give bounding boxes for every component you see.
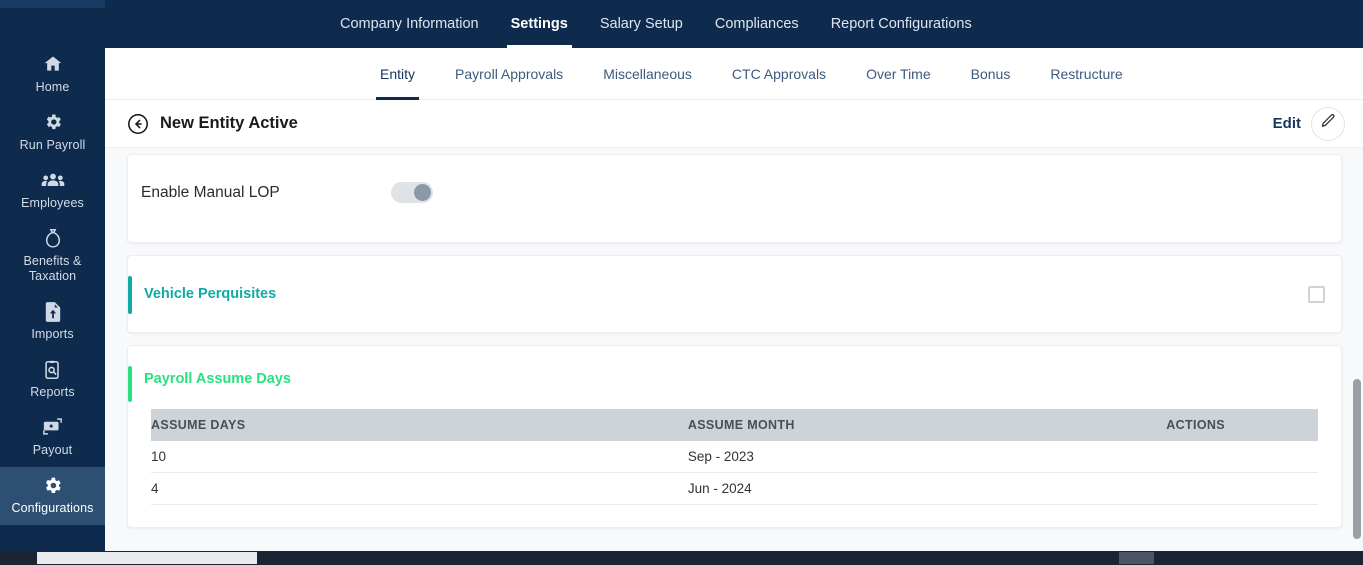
topnav-item-compliances[interactable]: Compliances [699,0,815,48]
column-header-actions: ACTIONS [1166,409,1318,441]
sidebar-item-label: Employees [21,196,84,210]
sidebar-item-reports[interactable]: Reports [0,351,105,409]
tab-label: Bonus [970,65,1011,82]
horizontal-scrollbar-thumb[interactable] [37,552,257,564]
manual-lop-label: Enable Manual LOP [141,183,280,201]
sidebar-item-employees[interactable]: Employees [0,162,105,220]
toggle-knob [414,184,431,201]
sidebar-item-label: Configurations [11,501,94,515]
back-arrow-circle-icon[interactable] [127,113,149,135]
topnav-label: Salary Setup [599,16,683,32]
tab-label: Entity [380,65,416,82]
tab-miscellaneous[interactable]: Miscellaneous [583,48,712,100]
topnav-item-settings[interactable]: Settings [495,0,584,48]
horizontal-scrollbar-end-marker[interactable] [1119,552,1154,564]
vehicle-perquisites-accent-bar [128,276,132,314]
sidebar-item-label: Reports [30,385,75,399]
vehicle-perquisites-checkbox[interactable] [1308,285,1325,303]
file-upload-icon [44,301,62,323]
people-icon [41,170,65,192]
cell-actions[interactable] [1166,472,1318,505]
top-navigation: Company Information Settings Salary Setu… [105,0,1363,48]
vertical-scrollbar-thumb[interactable] [1353,379,1361,539]
pencil-icon [1320,113,1336,134]
tab-label: Over Time [866,65,931,82]
sidebar-item-label: Benefits & Taxation [23,254,82,283]
table-header: ASSUME DAYS ASSUME MONTH ACTIONS [151,409,1318,441]
sidebar-item-label: Run Payroll [19,138,86,152]
column-header-assume-month: ASSUME MONTH [687,409,1167,441]
cell-assume-days: 4 [151,472,688,505]
page-title: New Entity Active [160,114,298,132]
manual-lop-toggle[interactable] [391,182,433,203]
top-navigation-items: Company Information Settings Salary Setu… [324,0,988,48]
table-header-row: ASSUME DAYS ASSUME MONTH ACTIONS [151,409,1318,441]
tab-label: Payroll Approvals [455,65,564,82]
page-header-right: Edit [1273,106,1345,141]
sidebar-item-run-payroll[interactable]: Run Payroll [0,104,105,162]
gear-icon [43,112,63,134]
payroll-assume-days-title: Payroll Assume Days [144,371,291,387]
cell-actions[interactable] [1166,441,1318,473]
report-search-icon [43,359,62,381]
sidebar-item-label: Imports [31,327,74,341]
topnav-item-salary-setup[interactable]: Salary Setup [584,0,699,48]
sidebar-item-label: Payout [32,443,73,457]
sidebar-item-payout[interactable]: Payout [0,409,105,467]
vehicle-perquisites-card: Vehicle Perquisites [127,255,1342,333]
topnav-item-report-configurations[interactable]: Report Configurations [815,0,988,48]
vehicle-perquisites-title: Vehicle Perquisites [144,286,277,302]
tab-entity[interactable]: Entity [360,48,435,100]
sidebar: Home Run Payroll Employees Benefits & Ta… [0,0,105,551]
tab-label: CTC Approvals [731,65,827,82]
tab-ctc-approvals[interactable]: CTC Approvals [712,48,846,100]
sub-tabs-items: Entity Payroll Approvals Miscellaneous C… [360,48,1143,100]
cell-assume-days: 10 [151,441,688,473]
money-bag-icon [44,228,62,250]
main-content: Enable Manual LOP Vehicle Perquisites Pa… [105,148,1363,551]
topnav-item-company-information[interactable]: Company Information [324,0,495,48]
tab-restructure[interactable]: Restructure [1030,48,1142,100]
edit-icon-button[interactable] [1311,106,1345,141]
app-root: Home Run Payroll Employees Benefits & Ta… [0,0,1363,565]
horizontal-scrollbar-track[interactable] [0,551,1363,565]
sidebar-item-home[interactable]: Home [0,46,105,104]
payroll-assume-days-card: Payroll Assume Days ASSUME DAYS ASSUME M… [127,345,1342,528]
table-row[interactable]: 10 Sep - 2023 [151,441,1318,473]
vertical-scrollbar-track[interactable] [1350,148,1363,551]
topnav-label: Company Information [340,16,479,32]
sidebar-logo-strip [0,0,105,8]
sidebar-item-benefits-taxation[interactable]: Benefits & Taxation [0,220,105,293]
table-row[interactable]: 4 Jun - 2024 [151,472,1318,505]
topnav-label: Report Configurations [830,16,972,32]
topnav-label: Settings [510,16,568,32]
edit-button[interactable]: Edit [1273,115,1301,132]
sub-tabs: Entity Payroll Approvals Miscellaneous C… [105,48,1363,100]
tab-label: Miscellaneous [603,65,692,82]
tab-bonus[interactable]: Bonus [951,48,1031,100]
payroll-assume-days-table: ASSUME DAYS ASSUME MONTH ACTIONS 10 Sep … [151,409,1318,505]
home-icon [42,54,64,76]
column-header-assume-days: ASSUME DAYS [151,409,688,441]
page-header: New Entity Active Edit [105,100,1363,148]
cell-assume-month: Jun - 2024 [687,472,1167,505]
tab-payroll-approvals[interactable]: Payroll Approvals [435,48,583,100]
topnav-label: Compliances [714,16,799,32]
page-header-left: New Entity Active [127,113,298,135]
cell-assume-month: Sep - 2023 [687,441,1167,473]
manual-lop-card: Enable Manual LOP [127,154,1342,243]
payroll-assume-days-accent-bar [128,366,132,402]
money-exchange-icon [41,417,64,439]
sidebar-item-label: Home [35,80,70,94]
tab-label: Restructure [1050,65,1123,82]
tab-over-time[interactable]: Over Time [846,48,951,100]
gear-icon [42,475,63,497]
sidebar-item-configurations[interactable]: Configurations [0,467,105,525]
table-body: 10 Sep - 2023 4 Jun - 2024 [151,441,1318,505]
sidebar-item-imports[interactable]: Imports [0,293,105,351]
